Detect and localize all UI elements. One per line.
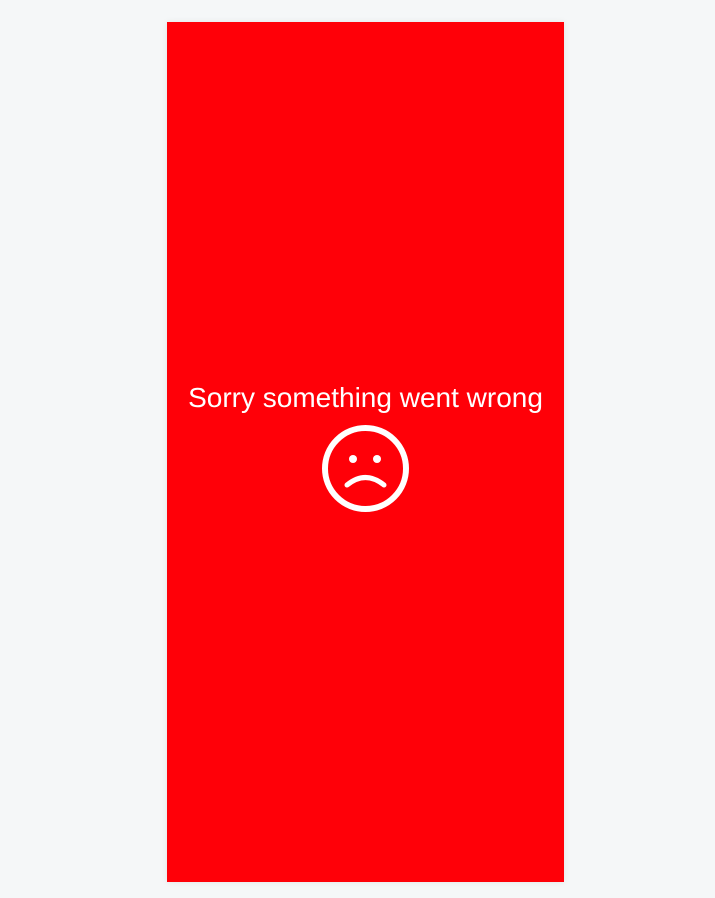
error-message: Sorry something went wrong [188,382,543,413]
error-panel: Sorry something went wrong [167,22,564,882]
sad-face-icon [321,424,410,513]
